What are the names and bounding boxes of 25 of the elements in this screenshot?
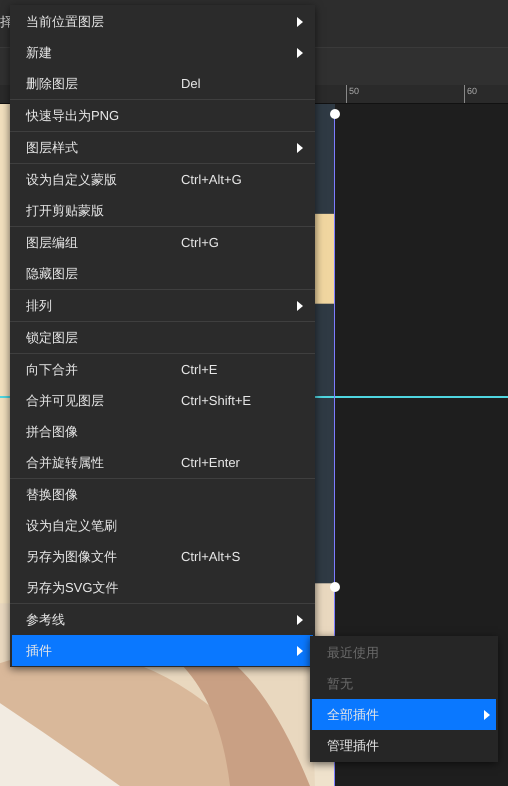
menu-item[interactable]: 管理插件 xyxy=(312,730,496,761)
menu-item[interactable]: 向下合并 Ctrl+E xyxy=(12,354,313,385)
menu-item[interactable]: 删除图层 Del xyxy=(12,68,313,99)
menu-item[interactable]: 设为自定义笔刷 xyxy=(12,510,313,541)
resize-handle[interactable] xyxy=(330,109,340,119)
menu-item[interactable]: 合并可见图层 Ctrl+Shift+E xyxy=(12,385,313,416)
menu-item[interactable]: 快速导出为PNG xyxy=(12,100,313,131)
menu-item[interactable]: 排列 xyxy=(12,290,313,321)
menu-item[interactable]: 替换图像 xyxy=(12,479,313,510)
menu-item[interactable]: 打开剪贴蒙版 xyxy=(12,195,313,226)
menu-item[interactable]: 另存为图像文件 Ctrl+Alt+S xyxy=(12,541,313,572)
menu-item[interactable]: 另存为SVG文件 xyxy=(12,572,313,603)
menu-item[interactable]: 设为自定义蒙版 Ctrl+Alt+G xyxy=(12,164,313,195)
menu-item[interactable]: 图层样式 xyxy=(12,132,313,163)
menu-item[interactable]: 新建 xyxy=(12,37,313,68)
menu-item[interactable]: 合并旋转属性 Ctrl+Enter xyxy=(12,447,313,478)
ruler-label: 60 xyxy=(467,87,478,96)
menu-item[interactable]: 锁定图层 xyxy=(12,322,313,353)
menu-item[interactable]: 拼合图像 xyxy=(12,416,313,447)
menu-item[interactable]: 当前位置图层 xyxy=(12,6,313,37)
menu-item[interactable]: 参考线 xyxy=(12,604,313,635)
menu-item[interactable]: 图层编组 Ctrl+G xyxy=(12,227,313,258)
menu-item[interactable]: 隐藏图层 xyxy=(12,258,313,289)
ruler-label: 50 xyxy=(349,87,360,96)
resize-handle[interactable] xyxy=(330,582,340,592)
